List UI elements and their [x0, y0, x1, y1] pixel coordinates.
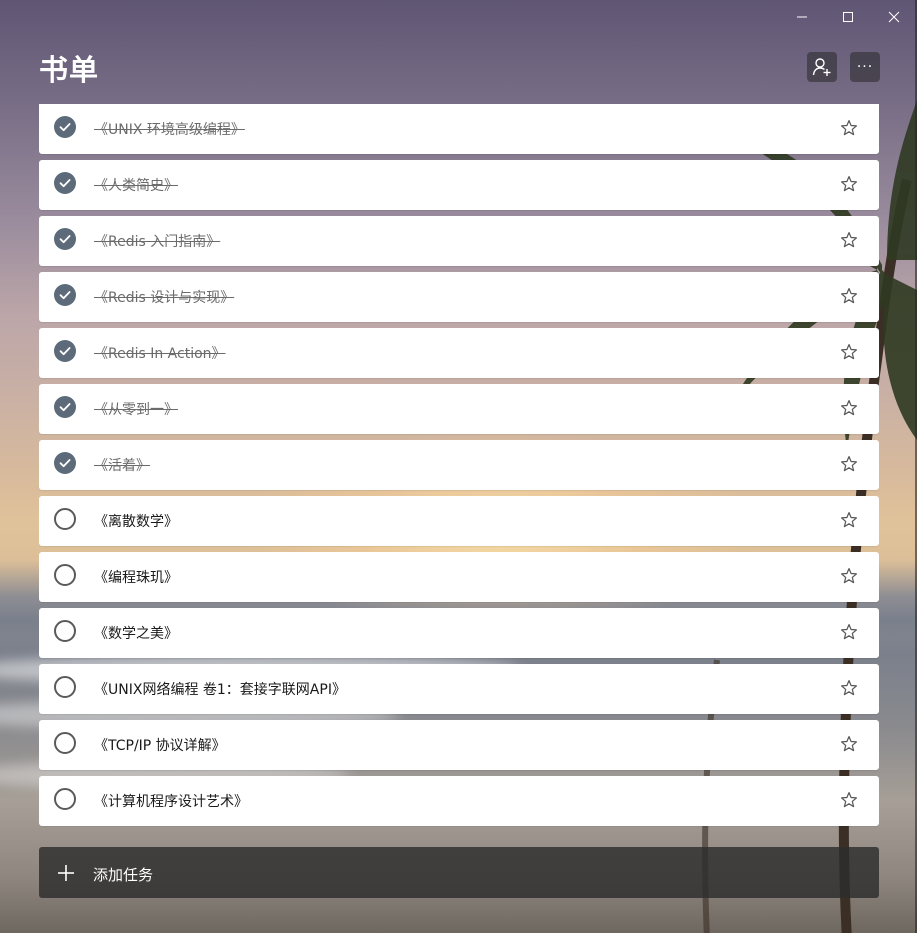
share-list-button[interactable]: [807, 52, 837, 82]
task-row[interactable]: 《UNIX 环境高级编程》: [39, 104, 879, 154]
maximize-icon: [843, 12, 853, 22]
maximize-button[interactable]: [825, 0, 871, 34]
plus-icon: [58, 865, 74, 881]
star-icon[interactable]: [840, 399, 858, 417]
task-title: 《UNIX网络编程 卷1：套接字联网API》: [94, 682, 346, 698]
completed-checkbox[interactable]: [54, 452, 76, 474]
star-icon[interactable]: [840, 623, 858, 641]
completed-checkbox[interactable]: [54, 340, 76, 362]
task-title: 《活着》: [94, 458, 150, 474]
task-title: 《计算机程序设计艺术》: [94, 794, 248, 810]
star-icon[interactable]: [840, 119, 858, 137]
task-checkbox[interactable]: [54, 508, 76, 530]
star-icon[interactable]: [840, 567, 858, 585]
task-checkbox[interactable]: [54, 732, 76, 754]
task-row[interactable]: 《活着》: [39, 440, 879, 490]
person-add-icon: [812, 58, 831, 76]
task-row[interactable]: 《UNIX网络编程 卷1：套接字联网API》: [39, 664, 879, 714]
star-icon[interactable]: [840, 735, 858, 753]
page-title: 书单: [39, 53, 100, 87]
task-row[interactable]: 《编程珠玑》: [39, 552, 879, 602]
task-title: 《人类简史》: [94, 178, 178, 194]
star-icon[interactable]: [840, 679, 858, 697]
star-icon[interactable]: [840, 175, 858, 193]
task-row[interactable]: 《从零到一》: [39, 384, 879, 434]
star-icon[interactable]: [840, 343, 858, 361]
task-row[interactable]: 《Redis 设计与实现》: [39, 272, 879, 322]
completed-checkbox[interactable]: [54, 116, 76, 138]
task-row[interactable]: 《Redis 入门指南》: [39, 216, 879, 266]
star-icon[interactable]: [840, 511, 858, 529]
task-title: 《离散数学》: [94, 514, 178, 530]
task-row[interactable]: 《计算机程序设计艺术》: [39, 776, 879, 826]
add-task-label: 添加任务: [93, 866, 154, 884]
completed-checkbox[interactable]: [54, 284, 76, 306]
window-controls: [779, 0, 917, 34]
task-title: 《TCP/IP 协议详解》: [94, 738, 226, 754]
task-row[interactable]: 《数学之美》: [39, 608, 879, 658]
completed-checkbox[interactable]: [54, 172, 76, 194]
task-row[interactable]: 《人类简史》: [39, 160, 879, 210]
task-checkbox[interactable]: [54, 676, 76, 698]
star-icon[interactable]: [840, 231, 858, 249]
minimize-button[interactable]: [779, 0, 825, 34]
task-title: 《编程珠玑》: [94, 570, 178, 586]
star-icon[interactable]: [840, 287, 858, 305]
task-row[interactable]: 《TCP/IP 协议详解》: [39, 720, 879, 770]
task-row[interactable]: 《Redis In Action》: [39, 328, 879, 378]
task-title: 《数学之美》: [94, 626, 178, 642]
completed-checkbox[interactable]: [54, 396, 76, 418]
close-button[interactable]: [871, 0, 917, 34]
more-icon: ···: [856, 59, 874, 75]
task-row[interactable]: 《离散数学》: [39, 496, 879, 546]
star-icon[interactable]: [840, 791, 858, 809]
task-checkbox[interactable]: [54, 564, 76, 586]
task-title: 《Redis 设计与实现》: [94, 290, 235, 306]
task-checkbox[interactable]: [54, 620, 76, 642]
task-checkbox[interactable]: [54, 788, 76, 810]
more-options-button[interactable]: ···: [850, 52, 880, 82]
minimize-icon: [797, 16, 807, 18]
task-title: 《从零到一》: [94, 402, 178, 418]
completed-checkbox[interactable]: [54, 228, 76, 250]
task-title: 《Redis 入门指南》: [94, 234, 221, 250]
star-icon[interactable]: [840, 455, 858, 473]
close-icon: [888, 11, 900, 23]
task-list: 《UNIX 环境高级编程》 《人类简史》《Redis 入门指南》 《Redis 设计…: [39, 104, 879, 839]
add-task-bar[interactable]: 添加任务: [39, 847, 879, 898]
task-title: 《UNIX 环境高级编程》: [94, 122, 245, 138]
task-title: 《Redis In Action》: [94, 346, 226, 362]
